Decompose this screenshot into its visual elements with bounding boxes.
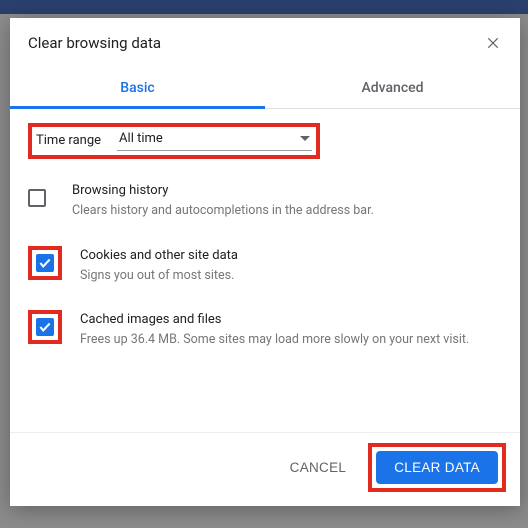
highlight-clear-button: CLEAR DATA xyxy=(368,443,506,492)
option-browsing-history: Browsing history Clears history and auto… xyxy=(28,181,502,220)
highlight-checkbox-cache xyxy=(28,310,62,344)
background-top-bar xyxy=(0,0,528,14)
checkbox-wrap xyxy=(28,181,54,211)
checkbox-browsing-history[interactable] xyxy=(28,189,46,207)
option-text: Cookies and other site data Signs you ou… xyxy=(80,246,502,285)
dialog-title: Clear browsing data xyxy=(28,34,161,52)
tabs: Basic Advanced xyxy=(10,68,520,109)
option-title: Cookies and other site data xyxy=(80,248,502,263)
option-desc: Frees up 36.4 MB. Some sites may load mo… xyxy=(80,331,502,349)
time-range-select[interactable]: All time xyxy=(117,129,312,151)
tab-basic[interactable]: Basic xyxy=(10,68,265,108)
highlight-time-range: Time range All time xyxy=(28,123,320,159)
option-cookies: Cookies and other site data Signs you ou… xyxy=(28,246,502,285)
dialog-footer: CANCEL CLEAR DATA xyxy=(10,432,520,506)
dialog-body: Time range All time Browsing history Cle… xyxy=(10,109,520,432)
clear-data-button[interactable]: CLEAR DATA xyxy=(376,451,498,484)
option-text: Browsing history Clears history and auto… xyxy=(72,181,502,220)
option-title: Browsing history xyxy=(72,183,502,198)
time-range-value: All time xyxy=(119,131,163,146)
option-text: Cached images and files Frees up 36.4 MB… xyxy=(80,310,502,349)
option-desc: Signs you out of most sites. xyxy=(80,267,502,285)
checkbox-cache[interactable] xyxy=(36,318,54,336)
time-range-label: Time range xyxy=(36,133,101,148)
close-icon[interactable] xyxy=(484,34,502,52)
dialog-header: Clear browsing data xyxy=(10,18,520,62)
time-range-row: Time range All time xyxy=(36,129,312,151)
option-desc: Clears history and autocompletions in th… xyxy=(72,202,502,220)
tab-advanced[interactable]: Advanced xyxy=(265,68,520,108)
highlight-checkbox-cookies xyxy=(28,246,62,280)
option-cache: Cached images and files Frees up 36.4 MB… xyxy=(28,310,502,349)
chevron-down-icon xyxy=(300,136,310,141)
clear-browsing-data-dialog: Clear browsing data Basic Advanced Time … xyxy=(10,18,520,506)
cancel-button[interactable]: CANCEL xyxy=(276,452,361,483)
option-title: Cached images and files xyxy=(80,312,502,327)
checkbox-cookies[interactable] xyxy=(36,254,54,272)
